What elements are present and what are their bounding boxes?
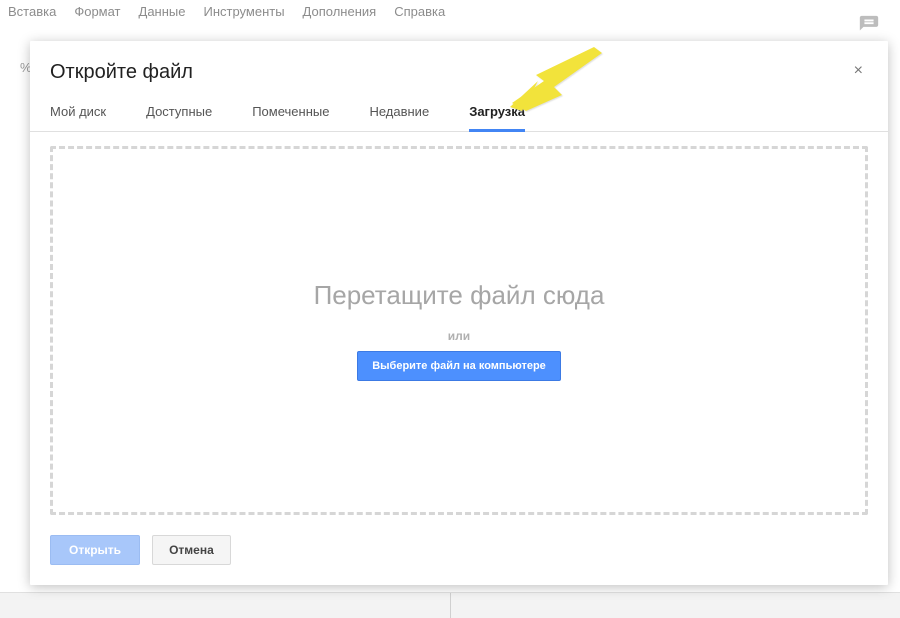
dropzone-container: Перетащите файл сюда или Выберите файл н…: [30, 132, 888, 523]
drop-text: Перетащите файл сюда: [314, 280, 605, 311]
open-button[interactable]: Открыть: [50, 535, 140, 565]
dropzone[interactable]: Перетащите файл сюда или Выберите файл н…: [50, 146, 868, 515]
dialog-header: Откройте файл ×: [30, 41, 888, 94]
menu-insert[interactable]: Вставка: [8, 4, 56, 22]
tab-recent[interactable]: Недавние: [369, 94, 429, 131]
menubar: Вставка Формат Данные Инструменты Дополн…: [6, 4, 894, 22]
menu-data[interactable]: Данные: [139, 4, 186, 22]
dialog-footer: Открыть Отмена: [30, 523, 888, 585]
tab-my-drive[interactable]: Мой диск: [50, 94, 106, 131]
open-file-dialog: Откройте файл × Мой диск Доступные Помеч…: [30, 41, 888, 585]
menu-addons[interactable]: Дополнения: [303, 4, 377, 22]
dialog-tabs: Мой диск Доступные Помеченные Недавние З…: [30, 94, 888, 132]
choose-file-button[interactable]: Выберите файл на компьютере: [357, 351, 561, 381]
row-headers: [0, 90, 28, 592]
menu-help[interactable]: Справка: [394, 4, 445, 22]
dialog-title: Откройте файл: [50, 61, 193, 84]
comment-icon[interactable]: [858, 14, 880, 36]
tab-upload[interactable]: Загрузка: [469, 94, 525, 131]
sheet-tabs-bar: [0, 592, 900, 618]
menu-format[interactable]: Формат: [74, 4, 120, 22]
tab-shared[interactable]: Доступные: [146, 94, 212, 131]
close-button[interactable]: ×: [853, 62, 864, 80]
or-text: или: [448, 329, 470, 343]
cancel-button[interactable]: Отмена: [152, 535, 231, 565]
tab-starred[interactable]: Помеченные: [252, 94, 329, 131]
menu-tools[interactable]: Инструменты: [203, 4, 284, 22]
